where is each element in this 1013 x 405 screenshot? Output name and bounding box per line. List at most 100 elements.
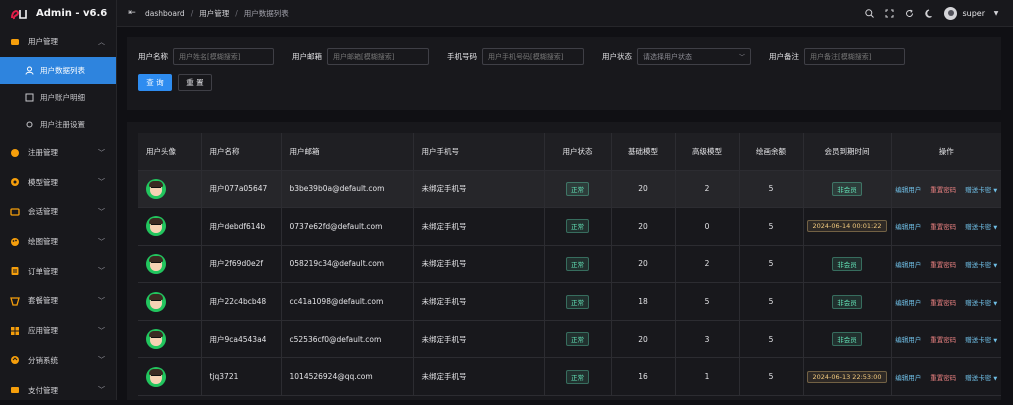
reset-password-link[interactable]: 重置密码 (930, 221, 956, 231)
username[interactable]: super (962, 9, 985, 18)
edit-user-link[interactable]: 编辑用户 (895, 372, 921, 382)
menu-distribution-system[interactable]: 分销系统 ﹀ (0, 346, 116, 376)
member-expiry-cell: 非会员 (803, 282, 892, 321)
status-badge: 正常 (566, 369, 589, 384)
reset-button[interactable]: 重 置 (178, 74, 212, 91)
advanced-model-cell: 3 (675, 320, 740, 359)
caret-down-icon: ▼ (993, 375, 998, 382)
package-icon (10, 296, 20, 306)
menu-label: 应用管理 (28, 326, 58, 336)
fullscreen-icon[interactable] (884, 9, 894, 19)
edit-user-link[interactable]: 编辑用户 (895, 221, 921, 231)
user-email-input[interactable] (327, 48, 429, 65)
user-name-cell: 用户9ca4543a4 (201, 320, 282, 359)
gift-card-link[interactable]: 赠送卡密 ▼ (965, 372, 997, 382)
user-phone-cell: 未绑定手机号 (413, 357, 545, 397)
menu-payment-management[interactable]: 支付管理 ﹀ (0, 375, 116, 405)
breadcrumb-separator: / (190, 8, 194, 18)
user-remark-filter: 用户备注 (769, 48, 905, 65)
user-name-input[interactable] (173, 48, 274, 65)
gift-card-label: 赠送卡密 (965, 223, 992, 232)
member-badge: 2024-06-14 00:01:22 (807, 220, 887, 233)
caret-down-icon: ▼ (993, 187, 998, 194)
reset-password-link[interactable]: 重置密码 (930, 334, 956, 344)
draw-balance-cell: 5 (739, 207, 804, 246)
theme-moon-icon[interactable] (924, 9, 934, 19)
chevron-down-icon: ﹀ (98, 237, 105, 246)
reset-password-link[interactable]: 重置密码 (930, 372, 956, 382)
sidebar-item-user-register-settings[interactable]: 用户注册设置 (0, 111, 116, 138)
collapse-sidebar-icon[interactable]: ⇤ (127, 8, 137, 18)
edit-user-link[interactable]: 编辑用户 (895, 297, 921, 307)
member-expiry-cell: 非会员 (803, 170, 892, 209)
edit-user-link[interactable]: 编辑用户 (895, 184, 921, 194)
col-header-name: 用户名称 (201, 133, 282, 171)
menu-label: 订单管理 (28, 266, 58, 276)
member-badge: 非会员 (832, 256, 862, 271)
reset-password-link[interactable]: 重置密码 (930, 184, 956, 194)
field-label: 用户状态 (602, 52, 632, 61)
avatar (146, 366, 166, 387)
reset-password-link[interactable]: 重置密码 (930, 259, 956, 269)
gift-card-link[interactable]: 赠送卡密 ▼ (965, 334, 997, 344)
gift-card-link[interactable]: 赠送卡密 ▼ (965, 184, 997, 194)
app-logo[interactable]: Admin - v6.6 (0, 0, 116, 27)
menu-package-management[interactable]: 套餐管理 ﹀ (0, 286, 116, 316)
sidebar-item-user-account-detail[interactable]: 用户账户明细 (0, 84, 116, 111)
menu-drawing-management[interactable]: 绘图管理 ﹀ (0, 227, 116, 257)
avatar-cell (138, 357, 202, 397)
advanced-model-cell: 0 (675, 207, 740, 246)
menu-label: 套餐管理 (28, 296, 58, 306)
edit-user-link[interactable]: 编辑用户 (895, 259, 921, 269)
phone-input[interactable] (482, 48, 584, 65)
edit-user-link[interactable]: 编辑用户 (895, 334, 921, 344)
user-name-cell: tjq3721 (201, 357, 282, 397)
gift-card-link[interactable]: 赠送卡密 ▼ (965, 221, 997, 231)
field-label: 用户邮箱 (292, 52, 322, 61)
search-icon[interactable] (864, 9, 874, 19)
user-name-cell: 用户2f69d0e2f (201, 245, 282, 284)
payment-icon (10, 385, 20, 395)
advanced-model-cell: 2 (675, 245, 740, 284)
menu-register-management[interactable]: 注册管理 ﹀ (0, 138, 116, 168)
status-cell: 正常 (544, 245, 612, 284)
breadcrumb-item-user-management[interactable]: 用户管理 (199, 8, 229, 19)
sidebar-item-user-data-list[interactable]: 用户数据列表 (0, 56, 116, 84)
status-badge: 正常 (566, 332, 589, 347)
reset-password-link[interactable]: 重置密码 (930, 297, 956, 307)
status-badge: 正常 (566, 181, 589, 196)
menu-chat-management[interactable]: 会话管理 ﹀ (0, 197, 116, 227)
gift-card-label: 赠送卡密 (965, 373, 992, 382)
query-button[interactable]: 查 询 (138, 74, 172, 91)
caret-down-icon[interactable]: ▼ (991, 9, 1001, 19)
status-cell: 正常 (544, 357, 612, 397)
user-status-select[interactable]: 请选择用户状态 ﹀ (637, 48, 751, 65)
menu-label: 会话管理 (28, 207, 58, 217)
settings-icon (24, 119, 34, 129)
user-email-cell: cc41a1098@default.com (281, 282, 414, 321)
refresh-icon[interactable] (904, 9, 914, 19)
breadcrumb-item-dashboard[interactable]: dashboard (145, 9, 185, 18)
menu-app-management[interactable]: 应用管理 ﹀ (0, 316, 116, 346)
sidebar: Admin - v6.6 用户管理 ︿ 用户数据列表 用户账户明细 用户注册设置… (0, 0, 117, 400)
select-placeholder: 请选择用户状态 (643, 52, 692, 61)
avatar (146, 329, 166, 350)
draw-balance-cell: 5 (739, 282, 804, 321)
gift-card-link[interactable]: 赠送卡密 ▼ (965, 259, 997, 269)
user-phone-cell: 未绑定手机号 (413, 207, 545, 246)
user-remark-input[interactable] (804, 48, 905, 65)
menu-user-management[interactable]: 用户管理 ︿ (0, 27, 116, 57)
menu-label: 绘图管理 (28, 237, 58, 247)
user-phone-cell: 未绑定手机号 (413, 320, 545, 359)
menu-order-management[interactable]: 订单管理 ﹀ (0, 256, 116, 286)
user-email-cell: c52536cf0@default.com (281, 320, 414, 359)
actions-cell: 编辑用户 重置密码 赠送卡密 ▼ (891, 170, 1001, 209)
basic-model-cell: 20 (611, 245, 676, 284)
user-name-cell: 用户22c4bcb48 (201, 282, 282, 321)
gift-card-link[interactable]: 赠送卡密 ▼ (965, 297, 997, 307)
actions-cell: 编辑用户 重置密码 赠送卡密 ▼ (891, 207, 1001, 246)
status-badge: 正常 (566, 294, 589, 309)
user-avatar[interactable] (944, 7, 958, 20)
order-icon (10, 266, 20, 276)
menu-model-management[interactable]: 模型管理 ﹀ (0, 167, 116, 197)
